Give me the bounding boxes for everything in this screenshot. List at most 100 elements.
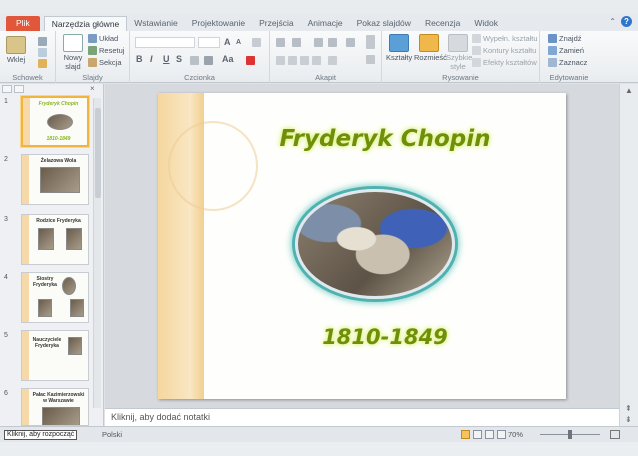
change-case-button[interactable]: Aa (222, 54, 234, 64)
numbering-icon[interactable] (292, 38, 301, 47)
group-label-font: Czcionka (184, 73, 215, 82)
thumb-title: Nauczyciele Fryderyka (32, 337, 62, 349)
clear-format-icon[interactable] (252, 38, 261, 47)
new-slide-button[interactable]: Nowy slajd (61, 34, 85, 71)
columns-icon[interactable] (328, 56, 337, 65)
tab-design[interactable]: Projektowanie (185, 16, 252, 31)
slide-thumbnail-1[interactable]: Fryderyk Chopin 1810-1849 (21, 96, 89, 147)
thumb-title: Siostry Fryderyka (33, 276, 57, 288)
editor-scrollbar[interactable]: ▲ ⇞ ⇟ (619, 84, 638, 426)
replace-icon (548, 46, 557, 55)
font-color-icon[interactable] (246, 56, 255, 65)
thumb-number: 3 (4, 216, 8, 223)
zoom-level[interactable]: 70% (508, 430, 523, 439)
current-slide[interactable]: Fryderyk Chopin 1810-1849 (158, 93, 566, 399)
panel-tabs (2, 85, 24, 93)
group-label-slides: Slajdy (82, 73, 103, 82)
thumb-accent-bar (22, 273, 29, 322)
slide-title[interactable]: Fryderyk Chopin (204, 126, 566, 152)
align-center-icon[interactable] (288, 56, 297, 65)
tab-transitions[interactable]: Przejścia (252, 16, 300, 31)
tab-slideshow[interactable]: Pokaz slajdów (350, 16, 418, 31)
grow-font-button[interactable]: A (224, 37, 231, 47)
bold-button[interactable]: B (136, 54, 143, 64)
thumb-image (70, 299, 84, 317)
format-painter-icon[interactable] (38, 59, 47, 68)
layout-button[interactable]: Układ (88, 34, 118, 43)
cut-icon[interactable] (38, 37, 47, 46)
increase-indent-icon[interactable] (328, 38, 337, 47)
char-spacing-icon[interactable] (190, 56, 199, 65)
shapes-button[interactable]: Kształty (386, 34, 412, 62)
tab-home[interactable]: Narzędzia główne (43, 16, 128, 31)
tab-file[interactable]: Plik (6, 16, 40, 31)
slide-thumbnail-2[interactable]: Żelazowa Wola (21, 154, 89, 205)
slide-thumbnail-4[interactable]: Siostry Fryderyka (21, 272, 89, 323)
copy-icon[interactable] (38, 48, 47, 57)
reset-button[interactable]: Resetuj (88, 46, 124, 55)
shadow-icon[interactable] (204, 56, 213, 65)
shape-effects-button[interactable]: Efekty kształtów (472, 58, 537, 67)
replace-button[interactable]: Zamień (548, 46, 584, 55)
select-button[interactable]: Zaznacz (548, 58, 587, 67)
normal-view-icon[interactable] (461, 430, 470, 439)
slide-thumbnail-3[interactable]: Rodzice Fryderyka (21, 214, 89, 265)
italic-button[interactable]: I (150, 54, 153, 64)
justify-icon[interactable] (312, 56, 321, 65)
help-icon[interactable]: ? (621, 16, 632, 27)
notes-pane[interactable]: Kliknij, aby dodać notatki (105, 408, 619, 426)
slide-thumbnail-5[interactable]: Nauczyciele Fryderyka (21, 330, 89, 381)
thumb-accent-bar (22, 215, 29, 264)
outline-tab[interactable] (14, 85, 24, 93)
slideshow-view-icon[interactable] (497, 430, 506, 439)
thumb-image (40, 167, 80, 193)
underline-button[interactable]: U (163, 54, 170, 64)
section-button[interactable]: Sekcja (88, 58, 122, 67)
quick-styles-icon (448, 34, 468, 52)
align-left-icon[interactable] (276, 56, 285, 65)
tab-review[interactable]: Recenzja (418, 16, 467, 31)
slide-years[interactable]: 1810-1849 (204, 325, 566, 349)
slides-panel-scrollbar[interactable] (93, 98, 101, 408)
strikethrough-button[interactable]: S (176, 54, 182, 64)
align-right-icon[interactable] (300, 56, 309, 65)
shrink-font-button[interactable]: A (236, 39, 241, 46)
close-panel-icon[interactable]: × (90, 85, 100, 93)
status-bar: Polski 70% (0, 426, 638, 442)
thumb-number: 2 (4, 156, 8, 163)
thumb-number: 5 (4, 332, 8, 339)
line-spacing-icon[interactable] (346, 38, 355, 47)
effects-icon (472, 58, 481, 67)
sorter-view-icon[interactable] (473, 430, 482, 439)
shape-fill-button[interactable]: Wypełn. kształtu (472, 34, 538, 43)
fit-to-window-icon[interactable] (610, 430, 620, 439)
tab-insert[interactable]: Wstawianie (127, 16, 184, 31)
tab-view[interactable]: Widok (467, 16, 505, 31)
next-slide-icon[interactable]: ⇟ (625, 415, 632, 424)
paste-button[interactable]: Wklej (6, 36, 26, 64)
shape-outline-button[interactable]: Kontury kształtu (472, 46, 536, 55)
reading-view-icon[interactable] (485, 430, 494, 439)
thumb-image (47, 114, 73, 130)
prev-slide-icon[interactable]: ⇞ (625, 404, 632, 413)
text-direction-icon[interactable] (366, 35, 375, 49)
font-size-field[interactable] (198, 37, 220, 48)
scrollbar-thumb[interactable] (95, 108, 101, 198)
font-name-field[interactable] (135, 37, 195, 48)
tab-animations[interactable]: Animacje (301, 16, 350, 31)
chopin-monument-photo[interactable] (295, 189, 455, 299)
group-slides: Nowy slajd Układ Resetuj Sekcja Slajdy (56, 31, 130, 83)
decrease-indent-icon[interactable] (314, 38, 323, 47)
quick-styles-button[interactable]: Szybkie style (446, 34, 472, 71)
find-button[interactable]: Znajdź (548, 34, 582, 43)
scroll-up-icon[interactable]: ▲ (625, 86, 633, 95)
bullets-icon[interactable] (276, 38, 285, 47)
language-indicator[interactable]: Polski (102, 430, 122, 439)
slide-thumbnail-6[interactable]: Pałac Kazimierzowski w Warszawie (21, 388, 89, 426)
smartart-icon[interactable] (366, 55, 375, 64)
arrange-button[interactable]: Rozmieść (414, 34, 447, 62)
zoom-slider-knob[interactable] (568, 430, 572, 439)
thumb-number: 1 (4, 98, 8, 105)
slides-tab[interactable] (2, 85, 12, 93)
minimize-ribbon-icon[interactable]: ⌃ (609, 17, 616, 26)
